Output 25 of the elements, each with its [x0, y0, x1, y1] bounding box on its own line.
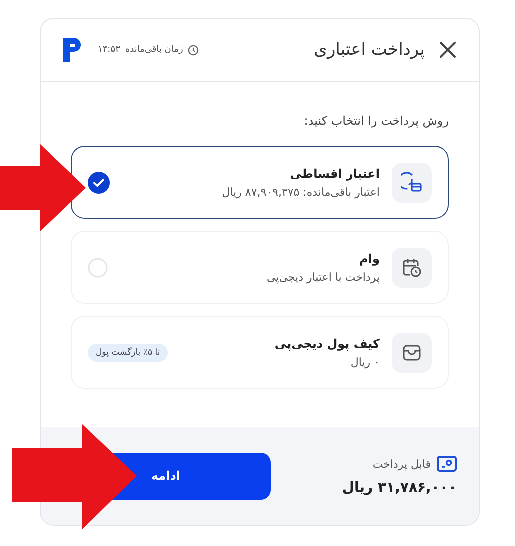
calendar-clock-icon — [401, 256, 423, 278]
dialog-title: پرداخت اعتباری — [314, 40, 425, 60]
option-subtitle: اعتبار باقی‌مانده: ۸۷,۹۰۹,۳۷۵ ریال — [222, 186, 380, 198]
clock-icon — [188, 44, 200, 56]
option-subtitle: پرداخت با اعتبار دیجی‌پی — [267, 270, 380, 284]
close-icon — [439, 41, 457, 59]
payment-option[interactable]: کیف پول دیجی‌پی ۰ ریال تا ۵٪ بازگشت پول — [71, 316, 449, 389]
option-title: کیف پول دیجی‌پی — [274, 336, 380, 350]
payment-option[interactable]: اعتبار اقساطی اعتبار باقی‌مانده: ۸۷,۹۰۹,۳۷۵ ریال — [71, 146, 449, 219]
radio-icon[interactable] — [88, 258, 108, 278]
payment-option[interactable]: وام پرداخت با اعتبار دیجی‌پی — [71, 231, 449, 304]
clock-card-icon — [401, 172, 423, 194]
option-title: اعتبار اقساطی — [289, 166, 380, 180]
payable-amount: ۳۱,۷۸۶,۰۰۰ ریال — [342, 480, 457, 496]
payable-label: قابل پرداخت — [372, 458, 431, 470]
timer-value: ۱۴:۵۳ — [98, 45, 120, 55]
prompt-text: روش پرداخت را انتخاب کنید: — [303, 114, 449, 128]
cash-icon — [437, 456, 457, 472]
option-subtitle: ۰ ریال — [350, 356, 380, 368]
cashback-badge: تا ۵٪ بازگشت پول — [88, 344, 168, 362]
timer-label: زمان باقی‌مانده — [125, 45, 184, 55]
close-button[interactable] — [439, 41, 457, 59]
checked-radio-icon[interactable] — [88, 172, 110, 194]
logo-icon — [63, 38, 81, 62]
option-title: وام — [358, 252, 380, 266]
